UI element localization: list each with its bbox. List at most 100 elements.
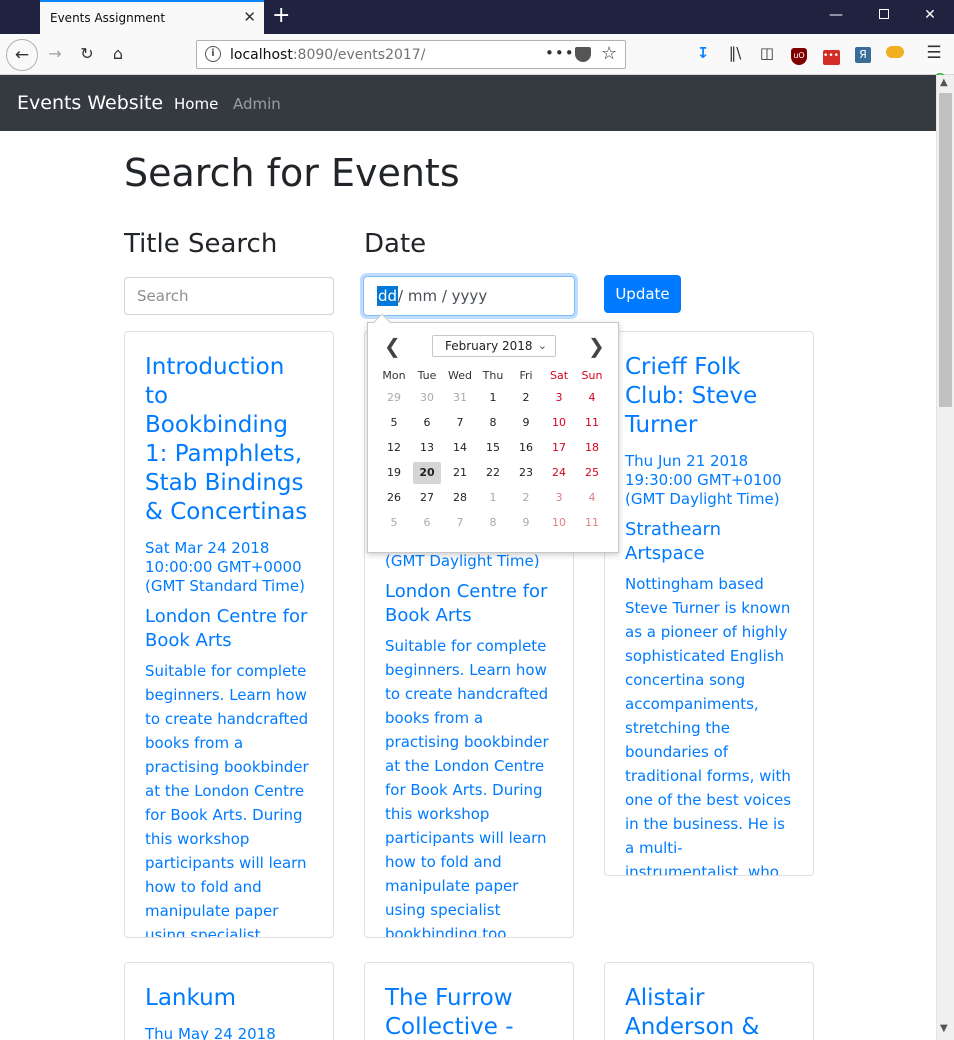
calendar-day[interactable]: 13 <box>413 437 441 459</box>
calendar-day[interactable]: 11 <box>578 412 606 434</box>
lastpass-icon[interactable]: ••• <box>821 43 841 65</box>
new-tab-button[interactable]: + <box>272 4 290 28</box>
prev-month-icon[interactable]: ❮ <box>384 336 401 356</box>
title-search-input[interactable] <box>124 277 334 315</box>
page-content: Events Website Home Admin Search for Eve… <box>0 75 936 1040</box>
calendar-day[interactable]: 5 <box>380 512 408 534</box>
site-brand[interactable]: Events Website <box>17 92 163 114</box>
download-icon[interactable]: ↧ <box>693 43 713 63</box>
weekday-header: Wed <box>448 369 472 382</box>
event-card[interactable]: The Furrow Collective - <box>364 962 574 1040</box>
event-title[interactable]: Alistair Anderson & <box>625 984 794 1040</box>
calendar-day[interactable]: 5 <box>380 412 408 434</box>
calendar-day[interactable]: 18 <box>578 437 606 459</box>
calendar-day[interactable]: 15 <box>479 437 507 459</box>
nav-link-home[interactable]: Home <box>174 95 218 113</box>
scrollbar-thumb[interactable] <box>939 93 952 407</box>
pocket-icon[interactable] <box>575 47 591 62</box>
calendar-day[interactable]: 9 <box>512 512 540 534</box>
calendar-day[interactable]: 26 <box>380 487 408 509</box>
page-actions-icon[interactable]: ••• <box>545 44 575 62</box>
close-window-icon[interactable]: ✕ <box>920 6 940 24</box>
event-description: Nottingham based Steve Turner is known a… <box>625 575 792 876</box>
extension-icon[interactable] <box>885 43 905 63</box>
url-text[interactable]: localhost:8090/events2017/ <box>230 47 425 63</box>
calendar-day[interactable]: 29 <box>380 387 408 409</box>
calendar-day[interactable]: 12 <box>380 437 408 459</box>
calendar-day[interactable]: 6 <box>413 412 441 434</box>
scroll-up-icon[interactable]: ▲ <box>940 77 948 88</box>
calendar-day[interactable]: 17 <box>545 437 573 459</box>
event-card[interactable]: Lankum Thu May 24 2018 <box>124 962 334 1040</box>
date-input[interactable]: dd/ mm / yyyy <box>363 276 575 316</box>
calendar-day[interactable]: 4 <box>578 387 606 409</box>
calendar-day[interactable]: 27 <box>413 487 441 509</box>
calendar-day[interactable]: 25 <box>578 462 606 484</box>
calendar-day[interactable]: 16 <box>512 437 540 459</box>
date-day-segment[interactable]: dd <box>377 286 399 306</box>
date-input-text[interactable]: dd/ mm / yyyy <box>377 286 487 306</box>
scroll-down-icon[interactable]: ▼ <box>940 1023 948 1034</box>
calendar-day[interactable]: 10 <box>545 512 573 534</box>
site-info-icon[interactable]: i <box>205 46 221 62</box>
calendar-day[interactable]: 4 <box>578 487 606 509</box>
month-select[interactable]: February 2018 ⌄ <box>432 335 556 357</box>
sidebar-icon[interactable]: ◫ <box>757 43 777 63</box>
bookmark-star-icon[interactable]: ☆ <box>601 43 617 64</box>
event-title[interactable]: The Furrow Collective - <box>385 984 554 1040</box>
date-label: Date <box>364 229 427 259</box>
calendar-day[interactable]: 2 <box>512 387 540 409</box>
page-scrollbar[interactable]: ▲ ▼ <box>936 75 954 1040</box>
event-date: Sat Mar 24 2018 10:00:00 GMT+0000 (GMT S… <box>145 539 305 595</box>
event-card[interactable]: Introduction to Bookbinding 1: Pamphlets… <box>124 331 334 938</box>
calendar-day[interactable]: 28 <box>446 487 474 509</box>
calendar-day[interactable]: 8 <box>479 512 507 534</box>
calendar-day[interactable]: 9 <box>512 412 540 434</box>
date-rest-segments[interactable]: / mm / yyyy <box>398 287 487 305</box>
calendar-day[interactable]: 1 <box>479 387 507 409</box>
event-card[interactable]: Crieff Folk Club: Steve Turner Thu Jun 2… <box>604 331 814 876</box>
calendar-day[interactable]: 3 <box>545 487 573 509</box>
forward-arrow-icon[interactable]: → <box>41 40 69 68</box>
event-title[interactable]: Crieff Folk Club: Steve Turner <box>625 353 794 440</box>
update-button[interactable]: Update <box>604 275 681 313</box>
browser-tab[interactable]: Events Assignment ✕ <box>40 0 264 34</box>
calendar-day[interactable]: 8 <box>479 412 507 434</box>
yandex-icon[interactable]: Я <box>853 43 873 63</box>
calendar-day[interactable]: 7 <box>446 512 474 534</box>
back-arrow-icon[interactable]: ← <box>6 39 38 71</box>
event-card[interactable]: Alistair Anderson & <box>604 962 814 1040</box>
calendar-day[interactable]: 31 <box>446 387 474 409</box>
calendar-day[interactable]: 10 <box>545 412 573 434</box>
calendar-day[interactable]: 11 <box>578 512 606 534</box>
next-month-icon[interactable]: ❯ <box>588 336 605 356</box>
calendar-day[interactable]: 21 <box>446 462 474 484</box>
calendar-day[interactable]: 23 <box>512 462 540 484</box>
calendar-day[interactable]: 7 <box>446 412 474 434</box>
tab-title: Events Assignment <box>50 11 166 25</box>
library-icon[interactable]: ‖\ <box>725 43 745 63</box>
calendar-day[interactable]: 2 <box>512 487 540 509</box>
nav-link-admin[interactable]: Admin <box>233 95 281 113</box>
calendar-day[interactable]: 22 <box>479 462 507 484</box>
calendar-day[interactable]: 30 <box>413 387 441 409</box>
calendar-day[interactable]: 14 <box>446 437 474 459</box>
calendar-day[interactable]: 19 <box>380 462 408 484</box>
tab-close-icon[interactable]: ✕ <box>243 9 256 25</box>
calendar-day[interactable]: 24 <box>545 462 573 484</box>
page-title: Search for Events <box>124 151 460 195</box>
calendar-day[interactable]: 1 <box>479 487 507 509</box>
home-icon[interactable]: ⌂ <box>104 40 132 68</box>
ublock-icon[interactable]: uO <box>789 43 809 65</box>
minimize-window-icon[interactable]: — <box>826 6 846 24</box>
browser-titlebar: Events Assignment ✕ + — ✕ <box>0 0 954 34</box>
url-bar[interactable]: i localhost:8090/events2017/ ••• ☆ <box>196 40 626 69</box>
hamburger-menu-icon[interactable]: ☰ <box>924 43 944 63</box>
calendar-day[interactable]: 20 <box>413 462 441 484</box>
event-title[interactable]: Lankum <box>145 984 314 1013</box>
reload-icon[interactable]: ↻ <box>73 40 101 68</box>
event-title[interactable]: Introduction to Bookbinding 1: Pamphlets… <box>145 353 314 527</box>
maximize-window-icon[interactable] <box>874 6 894 24</box>
calendar-day[interactable]: 3 <box>545 387 573 409</box>
calendar-day[interactable]: 6 <box>413 512 441 534</box>
